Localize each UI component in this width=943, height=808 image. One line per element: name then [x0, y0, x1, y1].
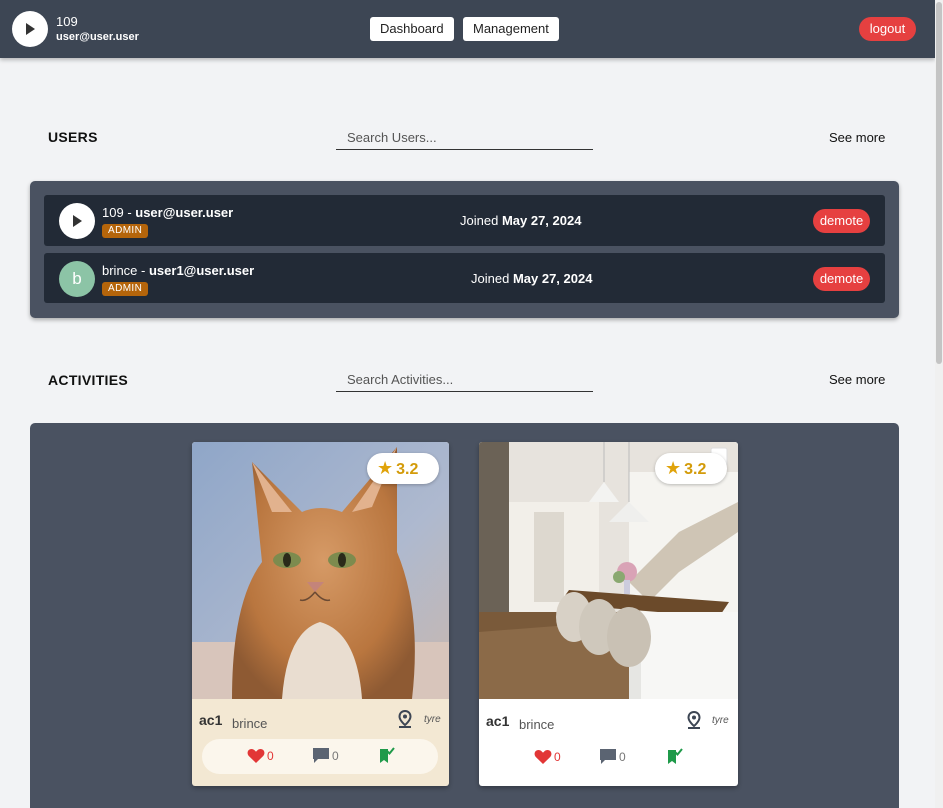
- play-icon: [73, 215, 82, 227]
- activity-title: ac1: [486, 713, 510, 729]
- role-badge: ADMIN: [102, 224, 149, 238]
- dashboard-button[interactable]: Dashboard: [370, 17, 454, 41]
- activity-actions: 0 0: [489, 739, 725, 774]
- play-icon: [26, 23, 35, 35]
- joined-date: Joined May 27, 2024: [471, 271, 592, 286]
- activity-author: brince: [519, 717, 555, 732]
- user-row: b brince - user1@user.user ADMIN Joined …: [44, 253, 885, 303]
- joined-date-value: May 27, 2024: [501, 213, 582, 228]
- activity-card[interactable]: ★ 3.2 ac1 brince tyre 0 0: [192, 442, 449, 786]
- search-activities-input[interactable]: [336, 368, 593, 392]
- comment-count: 0: [332, 749, 339, 763]
- bookmark-check-icon[interactable]: [665, 747, 683, 765]
- activity-location: tyre: [712, 715, 729, 726]
- user-name-email: 109 - user@user.user: [102, 205, 234, 220]
- activities-see-more-link[interactable]: See more: [829, 372, 885, 387]
- current-user-info: 109 user@user.user: [56, 14, 139, 44]
- logout-button[interactable]: logout: [859, 17, 916, 41]
- users-section-title: USERS: [48, 129, 98, 145]
- joined-date-value: May 27, 2024: [512, 271, 593, 286]
- joined-label: Joined: [460, 213, 499, 228]
- activities-section-title: ACTIVITIES: [48, 372, 129, 388]
- current-user-email: user@user.user: [56, 31, 139, 43]
- star-icon: ★: [665, 458, 682, 478]
- like-count: 0: [554, 750, 561, 764]
- demote-button[interactable]: demote: [813, 267, 870, 291]
- page-scrollbar[interactable]: [935, 0, 943, 808]
- joined-date: Joined May 27, 2024: [460, 213, 581, 228]
- comment-icon[interactable]: [312, 747, 330, 764]
- user-name: 109: [102, 205, 124, 220]
- user-email: user1@user.user: [148, 263, 255, 278]
- scrollbar-thumb[interactable]: [936, 2, 942, 364]
- activity-actions: 0 0: [202, 739, 438, 774]
- comment-icon[interactable]: [599, 748, 617, 765]
- users-see-more-link[interactable]: See more: [829, 130, 885, 145]
- user-avatar: b: [59, 261, 95, 297]
- joined-label: Joined: [471, 271, 510, 286]
- user-row: 109 - user@user.user ADMIN Joined May 27…: [44, 195, 885, 246]
- activity-author: brince: [232, 716, 268, 731]
- comment-count: 0: [619, 750, 626, 764]
- management-button[interactable]: Management: [463, 17, 559, 41]
- activity-title: ac1: [199, 712, 223, 728]
- activity-card[interactable]: ★ 3.2 ac1 brince tyre 0 0: [479, 442, 738, 786]
- star-icon: ★: [377, 458, 394, 478]
- map-pin-icon: [687, 711, 701, 729]
- role-badge: ADMIN: [102, 282, 149, 296]
- user-name-email: brince - user1@user.user: [102, 263, 255, 278]
- current-user-id: 109: [56, 14, 78, 29]
- like-count: 0: [267, 749, 274, 763]
- user-avatar[interactable]: [12, 11, 48, 47]
- user-email: user@user.user: [135, 205, 234, 220]
- heart-icon[interactable]: [534, 749, 552, 765]
- rating-badge: ★ 3.2: [367, 453, 439, 484]
- user-name: brince: [102, 263, 138, 278]
- top-navbar: 109 user@user.user Dashboard Management …: [0, 0, 935, 58]
- rating-badge: ★ 3.2: [655, 453, 727, 484]
- bookmark-check-icon[interactable]: [377, 746, 395, 764]
- heart-icon[interactable]: [247, 748, 265, 764]
- rating-value: 3.2: [684, 461, 707, 478]
- search-users-input[interactable]: [336, 126, 593, 150]
- user-avatar: [59, 203, 95, 239]
- map-pin-icon: [398, 710, 412, 728]
- activities-panel: [30, 423, 899, 808]
- demote-button[interactable]: demote: [813, 209, 870, 233]
- users-list-panel: 109 - user@user.user ADMIN Joined May 27…: [30, 181, 899, 318]
- rating-value: 3.2: [396, 461, 419, 478]
- activity-location: tyre: [424, 714, 441, 725]
